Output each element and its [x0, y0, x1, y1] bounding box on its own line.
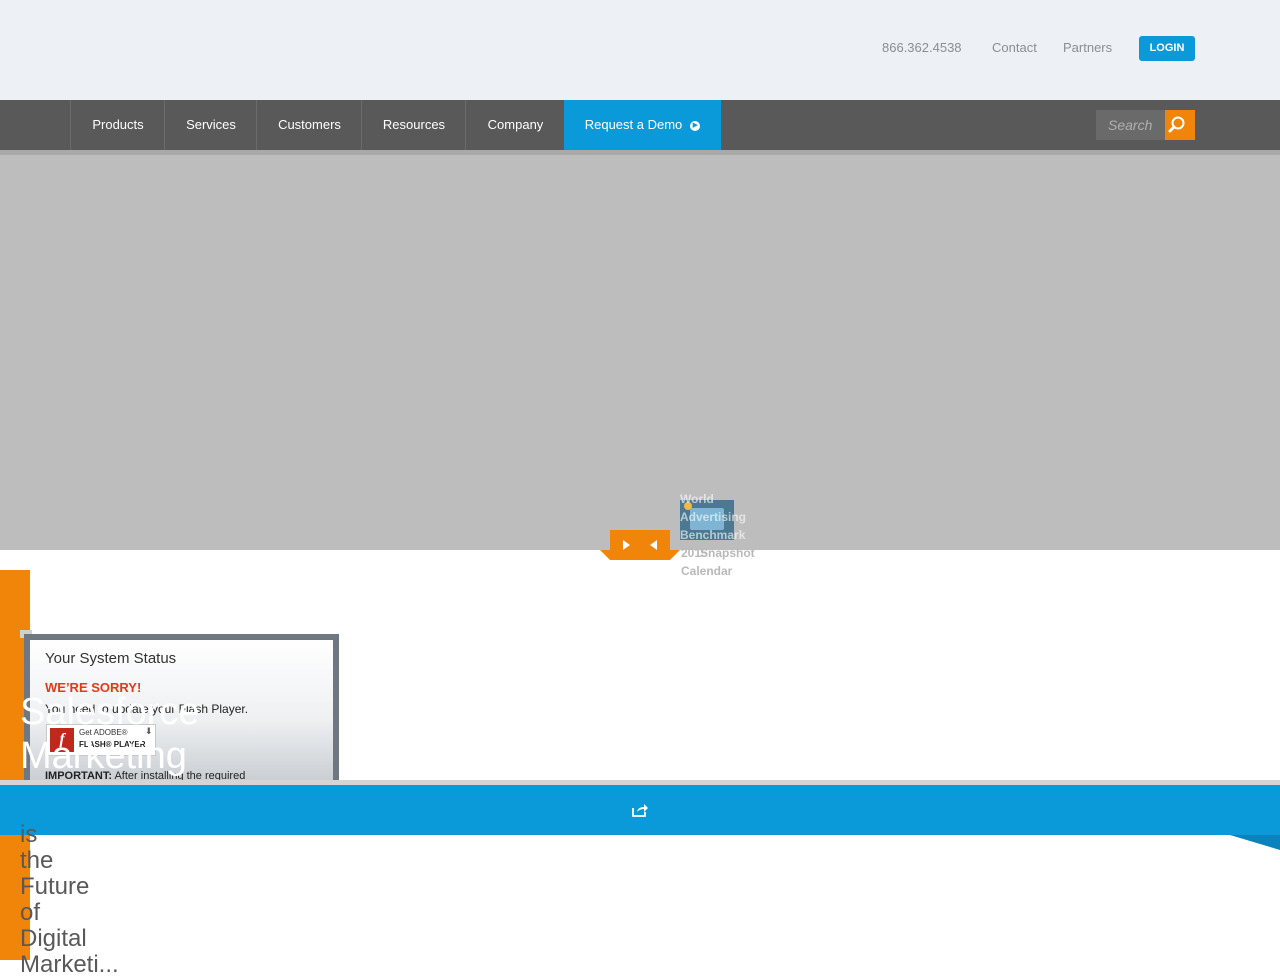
share-icon [632, 804, 648, 817]
thumbnail-caption-world: World [680, 492, 714, 506]
hero-sub-word: Marketi... [20, 951, 119, 978]
search-button[interactable] [1165, 110, 1195, 140]
thumbnail-caption-calendar: Calendar [681, 564, 733, 578]
main-nav: Products Services Customers Resources Co… [0, 100, 1280, 150]
request-demo-label: Request a Demo [584, 117, 683, 132]
search-input[interactable] [1096, 110, 1166, 140]
hero-sub-word: the [20, 847, 54, 874]
search-icon [1168, 116, 1185, 133]
arrow-right-circle-icon: ▶ [690, 120, 701, 131]
hero-sub-word: Future [20, 873, 90, 900]
slider-next-button[interactable] [610, 530, 640, 560]
thumbnail-caption-snapshot: Snapshot [700, 546, 755, 560]
login-button[interactable]: LOGIN [1139, 36, 1195, 61]
request-demo-button[interactable]: Request a Demo ▶ [564, 100, 721, 150]
play-left-icon [650, 540, 657, 550]
hero-top-stripe [0, 150, 1280, 155]
nav-item-company[interactable]: Company [465, 100, 565, 150]
slider-tab-left-corner [600, 550, 610, 560]
flash-notice-title: Your System Status [45, 650, 177, 667]
contact-link[interactable]: Contact [992, 40, 1037, 56]
hero-heading: Salesforce Marketing [20, 690, 200, 778]
search-box [1096, 110, 1166, 140]
hero-heading-line1: Salesforce [20, 691, 200, 733]
hero-banner [0, 150, 1280, 550]
nav-item-services[interactable]: Services [164, 100, 257, 150]
thumbnail-caption-benchmark: Benchmark [680, 528, 746, 542]
partners-link[interactable]: Partners [1063, 40, 1112, 56]
phone-number[interactable]: 866.362.4538 [882, 40, 962, 56]
slider-tab-right-corner [670, 550, 680, 560]
play-right-icon [623, 540, 630, 550]
hero-heading-line2: Marketing [20, 735, 187, 777]
hero-sub-word: Digital [20, 925, 87, 952]
thumbnail-caption-advertising: Advertising [680, 510, 747, 524]
slider-controls [610, 530, 670, 560]
share-band-flap [1230, 835, 1280, 850]
nav-item-customers[interactable]: Customers [256, 100, 362, 150]
nav-item-products[interactable]: Products [70, 100, 165, 150]
hero-subheading: is the Future of Digital Marketi... [20, 822, 130, 978]
slider-prev-button[interactable] [640, 530, 670, 560]
hero-sub-word: of [20, 899, 41, 926]
share-button[interactable] [630, 800, 650, 820]
nav-item-resources[interactable]: Resources [361, 100, 466, 150]
hero-sub-word: is [20, 821, 38, 848]
